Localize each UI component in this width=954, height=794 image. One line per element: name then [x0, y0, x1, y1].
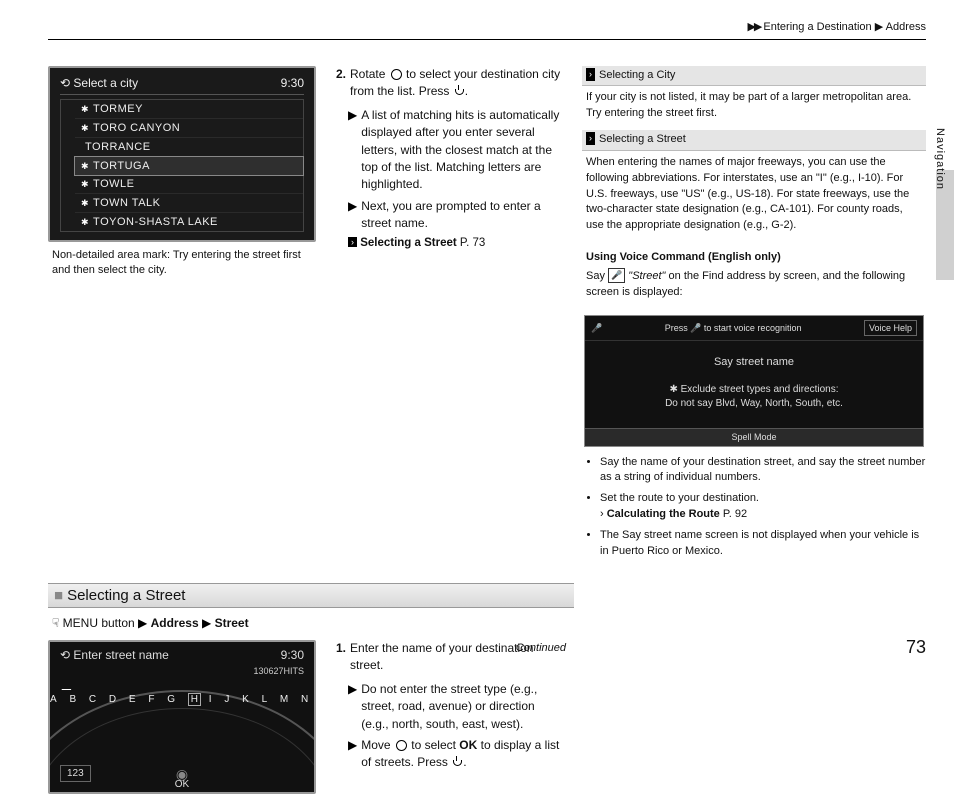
cross-ref: › Selecting a Street P. 73	[348, 237, 562, 249]
hits-counter: 130627HITS	[253, 666, 304, 676]
note-heading-city: ›Selecting a City	[582, 66, 926, 86]
list-item: ✱TOWN TALK	[75, 194, 303, 213]
breadcrumb-part1: Entering a Destination	[763, 21, 871, 33]
voice-screenshot: 🎤 Press 🎤 to start voice recognition Voi…	[584, 315, 924, 447]
breadcrumb-sep: ▶	[875, 21, 883, 33]
move-dial-icon	[394, 739, 408, 751]
bullet-item: Say the name of your destination street,…	[600, 455, 926, 486]
list-item-selected: ✱TORTUGA	[74, 156, 304, 176]
voice-intro: Say 🎤 "Street" on the Find address by sc…	[582, 268, 926, 309]
back-icon: ⟲	[60, 76, 70, 90]
voice-mid-text: Say street name	[585, 355, 923, 370]
cursor-underscore: _	[62, 674, 71, 692]
square-bullet-icon: ■	[54, 587, 63, 604]
list-item: ✱TORO CANYON	[75, 119, 303, 138]
list-item: ✱TOWLE	[75, 175, 303, 194]
breadcrumb-arrows: ▶▶	[747, 21, 760, 33]
list-item: TORRANCE	[75, 138, 303, 157]
link-icon: ›	[600, 508, 604, 520]
voice-heading: Using Voice Command (English only)	[586, 250, 922, 265]
hand-icon: ☟	[52, 616, 59, 630]
talk-icon: 🎤	[591, 322, 602, 335]
bullet-item: Set the route to your destination. › Cal…	[600, 491, 926, 522]
city-shot-caption: Non-detailed area mark: Try entering the…	[52, 248, 312, 279]
breadcrumb: ▶▶ Entering a Destination ▶ Address	[48, 20, 926, 40]
triangle-bullet-icon: ▶	[348, 737, 357, 772]
step-2-sub1: ▶ A list of matching hits is automatical…	[348, 107, 562, 194]
arc-letters: A B C D E F G H I J K L M N O P	[50, 694, 314, 705]
note-icon: ›	[586, 68, 595, 81]
voice-press-text: Press 🎤 to start voice recognition	[665, 322, 802, 335]
note-icon: ›	[586, 132, 595, 145]
menu-path: ☟ MENU button ▶ Address ▶ Street	[52, 616, 922, 630]
list-item: ✱TOYON-SHASTA LAKE	[75, 213, 303, 231]
continued-label: Continued	[48, 642, 926, 654]
voice-exclude-2: Do not say Blvd, Way, North, South, etc.	[585, 397, 923, 411]
step-1-sub1: ▶ Do not enter the street type (e.g., st…	[348, 681, 562, 733]
voice-help-button: Voice Help	[864, 320, 917, 337]
number-mode-button: 123	[60, 765, 91, 782]
selector-dot-icon: ◉	[175, 769, 189, 779]
step-1-sub2: ▶ Move to select OK to display a list of…	[348, 737, 562, 772]
list-item: ✱TORMEY	[75, 100, 303, 119]
note-body-city: If your city is not listed, it may be pa…	[582, 90, 926, 130]
voice-bottom-bar: Spell Mode	[585, 428, 923, 446]
street-entry-screenshot: ⟲ Enter street name 9:30 130627HITS _ A …	[48, 640, 316, 794]
city-list: ✱TORMEY ✱TORO CANYON TORRANCE ✱TORTUGA ✱…	[60, 99, 304, 232]
voice-bullets: Say the name of your destination street,…	[582, 455, 926, 559]
note-body-street: When entering the names of major freeway…	[582, 155, 926, 243]
step-number: 2.	[336, 66, 346, 101]
city-shot-time: 9:30	[281, 76, 304, 90]
city-list-screenshot: ⟲ Select a city 9:30 ✱TORMEY ✱TORO CANYO…	[48, 66, 316, 242]
push-selector-icon	[453, 85, 465, 97]
triangle-bullet-icon: ▶	[348, 198, 357, 233]
triangle-bullet-icon: ▶	[348, 681, 357, 733]
step-2-sub2: ▶ Next, you are prompted to enter a stre…	[348, 198, 562, 233]
link-icon: ›	[348, 237, 357, 247]
note-heading-street: ›Selecting a Street	[582, 130, 926, 150]
rotate-dial-icon	[389, 68, 403, 80]
bullet-item: The Say street name screen is not displa…	[600, 528, 926, 559]
breadcrumb-part2: Address	[886, 21, 926, 33]
step-2: 2. Rotate to select your destination cit…	[336, 66, 562, 101]
talk-icon: 🎤	[608, 268, 625, 283]
section-heading: ■Selecting a Street	[48, 583, 574, 608]
voice-exclude-1: ✱ Exclude street types and directions:	[585, 383, 923, 397]
side-label: Navigation	[934, 128, 946, 190]
page-number: 73	[906, 637, 926, 658]
ok-button: ◉ OK	[175, 769, 189, 790]
triangle-bullet-icon: ▶	[348, 107, 357, 194]
push-selector-icon	[451, 756, 463, 768]
city-shot-title: Select a city	[73, 76, 138, 90]
